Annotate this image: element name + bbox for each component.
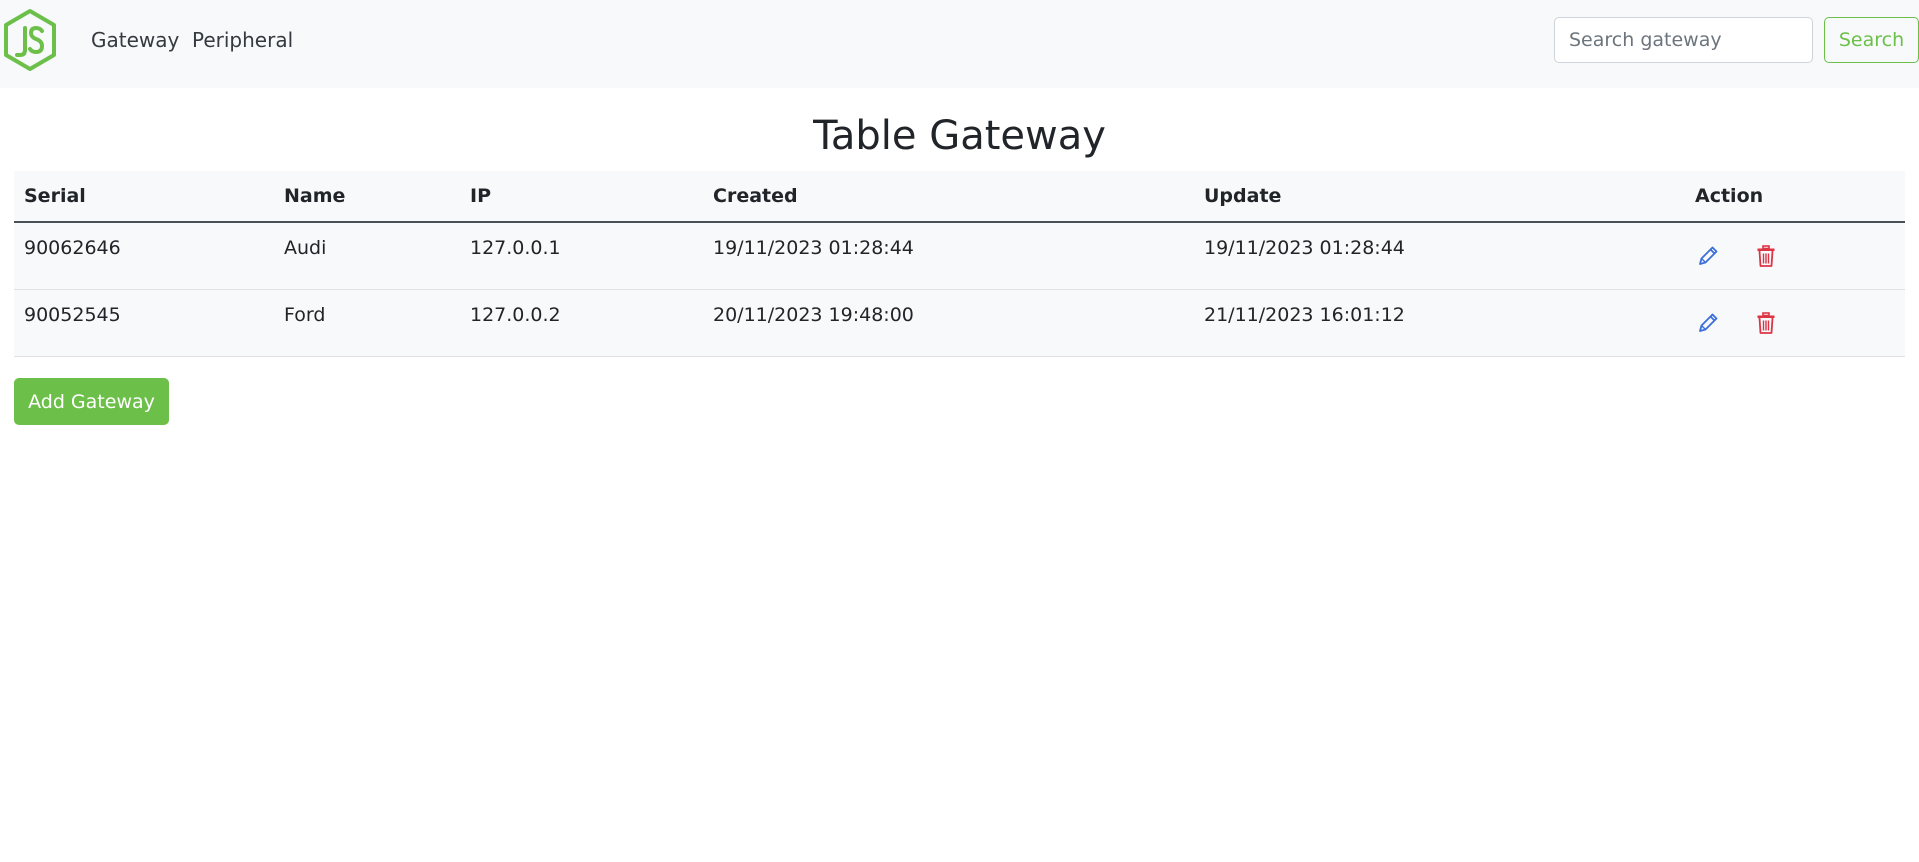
column-header-created: Created <box>703 171 1194 223</box>
navbar: Gateway Peripheral Search <box>0 0 1919 88</box>
nav-link-peripheral[interactable]: Peripheral <box>192 28 293 52</box>
search-input[interactable] <box>1554 17 1813 63</box>
edit-icon[interactable] <box>1695 310 1721 336</box>
cell-name: Audi <box>274 222 460 290</box>
delete-icon[interactable] <box>1753 243 1779 269</box>
cell-ip: 127.0.0.1 <box>460 222 703 290</box>
delete-icon[interactable] <box>1753 310 1779 336</box>
column-header-ip: IP <box>460 171 703 223</box>
cell-created: 19/11/2023 01:28:44 <box>703 222 1194 290</box>
cell-created: 20/11/2023 19:48:00 <box>703 289 1194 357</box>
table-row: 90052545 Ford 127.0.0.2 20/11/2023 19:48… <box>14 289 1905 357</box>
table-header-row: Serial Name IP Created Update Action <box>14 171 1905 223</box>
page-title: Table Gateway <box>813 113 1106 159</box>
gateway-table: Serial Name IP Created Update Action 900… <box>14 171 1905 357</box>
cell-update: 19/11/2023 01:28:44 <box>1194 222 1685 290</box>
search-button[interactable]: Search <box>1824 17 1919 63</box>
column-header-update: Update <box>1194 171 1685 223</box>
cell-serial: 90062646 <box>14 222 274 290</box>
cell-serial: 90052545 <box>14 289 274 357</box>
table-row: 90062646 Audi 127.0.0.1 19/11/2023 01:28… <box>14 222 1905 290</box>
cell-update: 21/11/2023 16:01:12 <box>1194 289 1685 357</box>
column-header-action: Action <box>1685 171 1905 223</box>
cell-action <box>1685 222 1905 290</box>
table-body: 90062646 Audi 127.0.0.1 19/11/2023 01:28… <box>14 222 1905 357</box>
cell-name: Ford <box>274 289 460 357</box>
add-gateway-button[interactable]: Add Gateway <box>14 378 169 425</box>
column-header-serial: Serial <box>14 171 274 223</box>
column-header-name: Name <box>274 171 460 223</box>
nav-link-gateway[interactable]: Gateway <box>91 28 179 52</box>
nodejs-logo-icon[interactable] <box>2 8 58 72</box>
cell-action <box>1685 289 1905 357</box>
table-header: Serial Name IP Created Update Action <box>14 171 1905 223</box>
cell-ip: 127.0.0.2 <box>460 289 703 357</box>
edit-icon[interactable] <box>1695 243 1721 269</box>
